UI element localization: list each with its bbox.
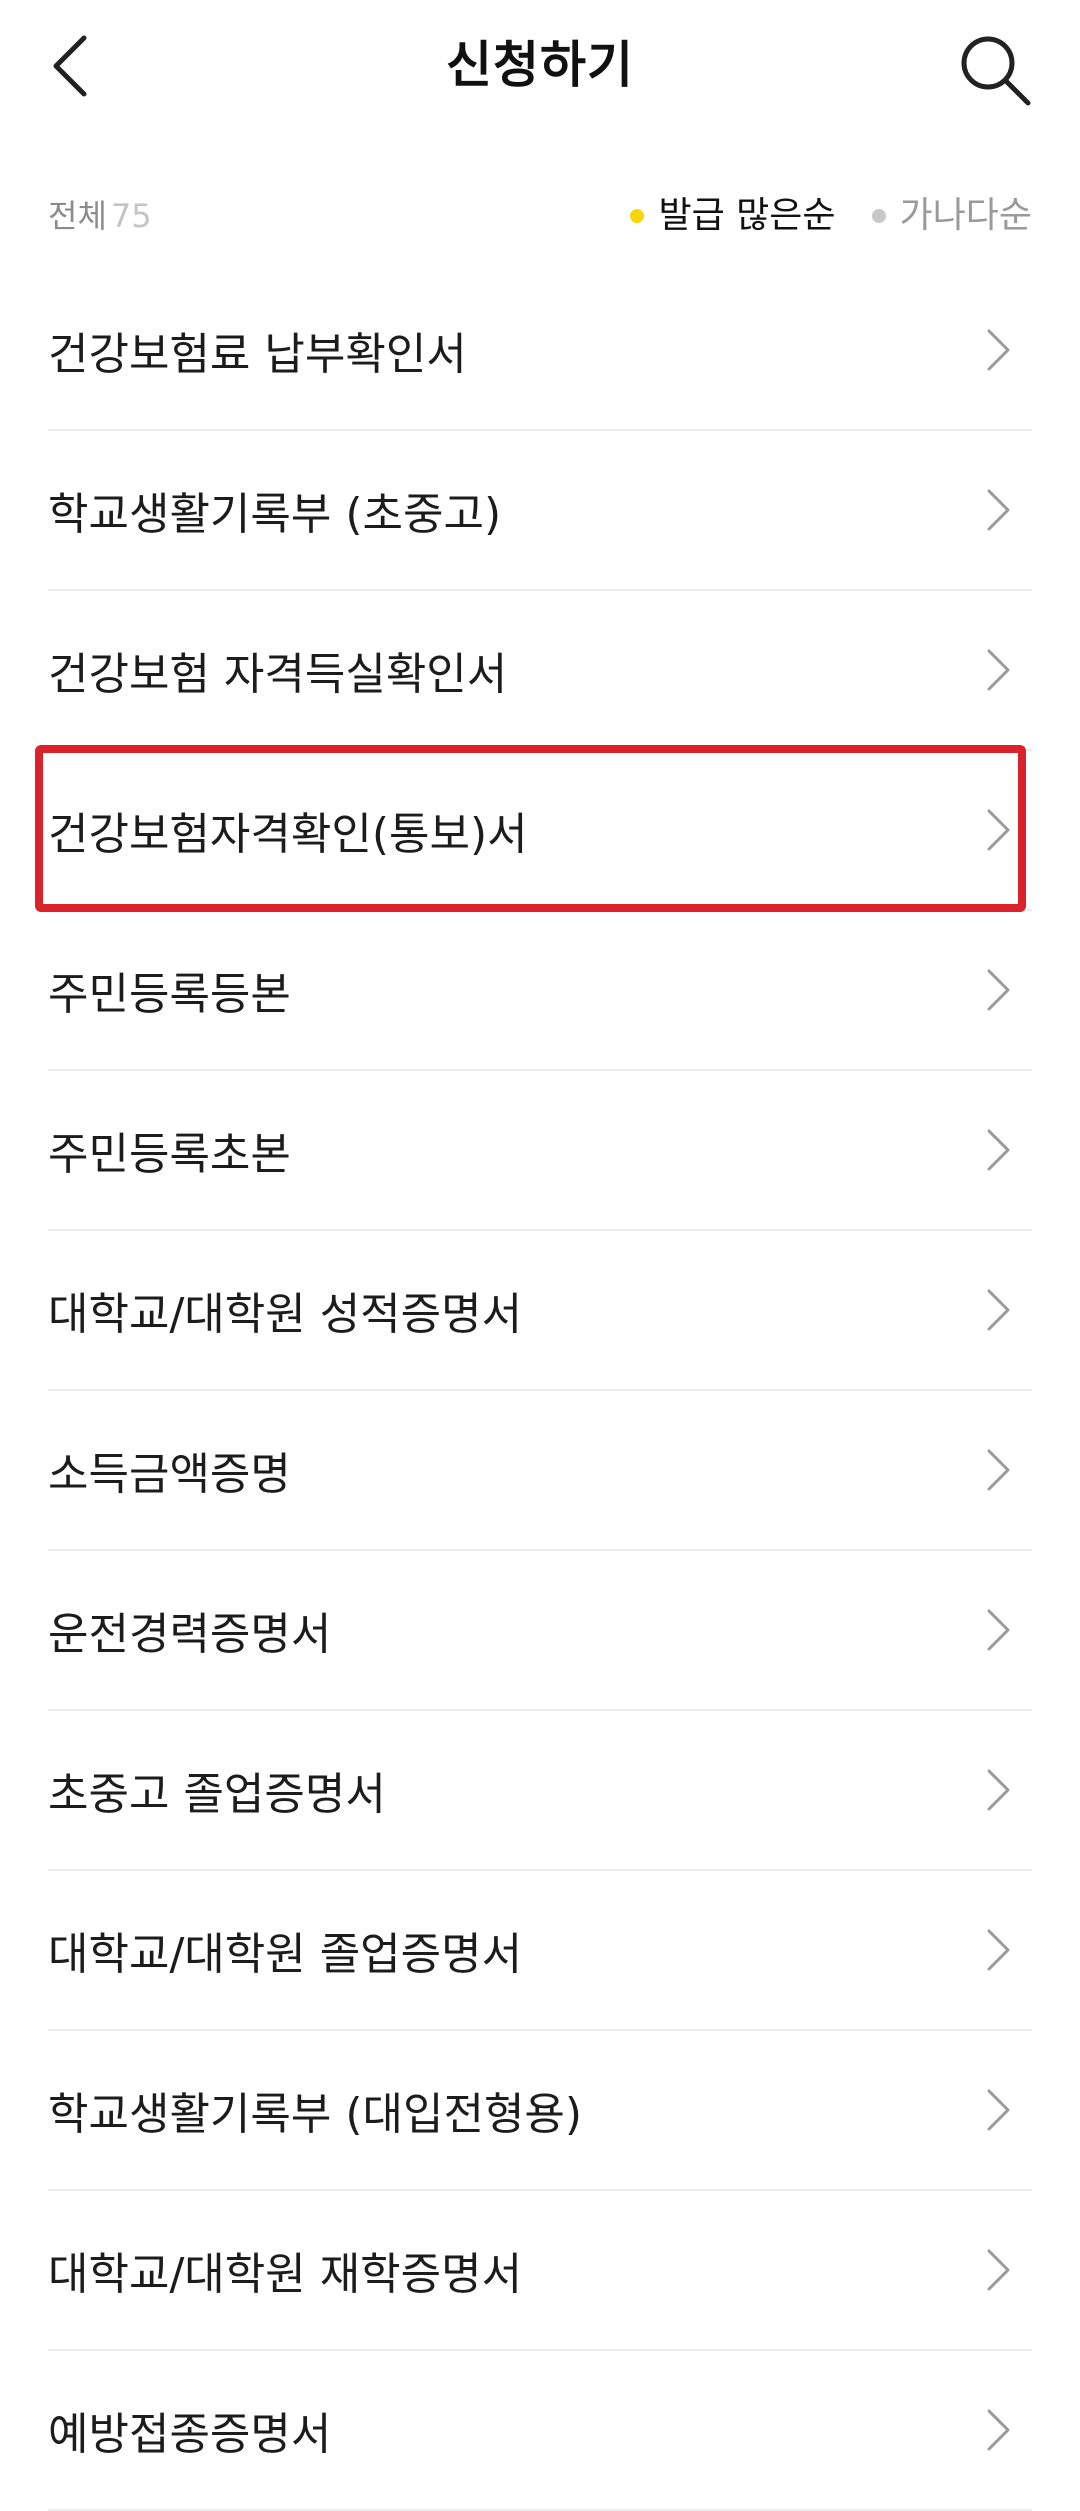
chevron-right-icon: [987, 1129, 1010, 1171]
sort-inactive-dot: [871, 209, 886, 223]
list-item-label: 건강보험료 납부확인서: [48, 329, 467, 380]
total-count: 전체 75: [48, 188, 152, 244]
page-title: 신청하기: [446, 36, 634, 94]
list-item[interactable]: 대학교/대학원 졸업증명서: [48, 1871, 1032, 2031]
list-item-label: 학교생활기록부 (초중고): [48, 489, 502, 540]
chevron-right-icon: [987, 2089, 1010, 2131]
list-item-label: 초중고 졸업증명서: [48, 1769, 386, 1820]
search-button[interactable]: [950, 25, 1040, 115]
app-header: 신청하기: [0, 0, 1080, 135]
list-item[interactable]: 소득금액증명: [48, 1391, 1032, 1551]
list-item-label: 대학교/대학원 재학증명서: [48, 2249, 523, 2300]
chevron-right-icon: [987, 2409, 1010, 2451]
chevron-right-icon: [987, 809, 1010, 851]
chevron-right-icon: [987, 2249, 1010, 2291]
sort-option-alphabetical[interactable]: 가나다순: [871, 188, 1032, 244]
chevron-right-icon: [987, 649, 1010, 691]
list-item[interactable]: 건강보험료 납부확인서: [48, 271, 1032, 431]
total-count-label: 전체: [48, 197, 107, 235]
list-item-label: 대학교/대학원 졸업증명서: [48, 1929, 523, 1980]
list-item-label: 주민등록등본: [48, 969, 291, 1020]
list-item[interactable]: 주민등록등본: [48, 911, 1032, 1071]
list-item-label: 건강보험 자격득실확인서: [48, 649, 508, 700]
chevron-right-icon: [987, 1609, 1010, 1651]
list-item-label: 건강보험자격확인(통보)서: [48, 809, 528, 860]
sort-option-most-issued[interactable]: 발급 많은순: [630, 188, 836, 244]
filter-bar: 전체 75 발급 많은순 가나다순: [48, 188, 1032, 244]
sort-option-label: 가나다순: [899, 195, 1032, 236]
list-item[interactable]: 초중고 졸업증명서: [48, 1711, 1032, 1871]
list-item[interactable]: 예방접종증명서: [48, 2351, 1032, 2511]
list-item-label: 예방접종증명서: [48, 2409, 332, 2460]
list-item-label: 주민등록초본: [48, 1129, 291, 1180]
document-list: 건강보험료 납부확인서 학교생활기록부 (초중고) 건강보험 자격득실확인서 건…: [48, 271, 1032, 2511]
chevron-right-icon: [987, 1289, 1010, 1331]
chevron-right-icon: [987, 1769, 1010, 1811]
sort-options: 발급 많은순 가나다순: [630, 188, 1032, 244]
list-item-label: 소득금액증명: [48, 1449, 291, 1500]
list-item-highlighted[interactable]: 건강보험자격확인(통보)서: [48, 751, 1032, 911]
list-item[interactable]: 운전경력증명서: [48, 1551, 1032, 1711]
list-item-label: 대학교/대학원 성적증명서: [48, 1289, 523, 1340]
list-item[interactable]: 학교생활기록부 (초중고): [48, 431, 1032, 591]
chevron-right-icon: [987, 489, 1010, 531]
list-item[interactable]: 학교생활기록부 (대입전형용): [48, 2031, 1032, 2191]
sort-option-label: 발급 많은순: [658, 195, 836, 236]
list-item[interactable]: 건강보험 자격득실확인서: [48, 591, 1032, 751]
chevron-right-icon: [987, 1929, 1010, 1971]
list-item[interactable]: 대학교/대학원 성적증명서: [48, 1231, 1032, 1391]
sort-active-dot: [630, 209, 645, 223]
chevron-right-icon: [987, 1449, 1010, 1491]
list-item[interactable]: 주민등록초본: [48, 1071, 1032, 1231]
chevron-right-icon: [987, 329, 1010, 371]
search-icon: [961, 36, 1031, 106]
chevron-right-icon: [987, 969, 1010, 1011]
total-count-value: 75: [110, 197, 152, 235]
list-item-label: 학교생활기록부 (대입전형용): [48, 2089, 583, 2140]
list-item-label: 운전경력증명서: [48, 1609, 332, 1660]
list-item[interactable]: 대학교/대학원 재학증명서: [48, 2191, 1032, 2351]
